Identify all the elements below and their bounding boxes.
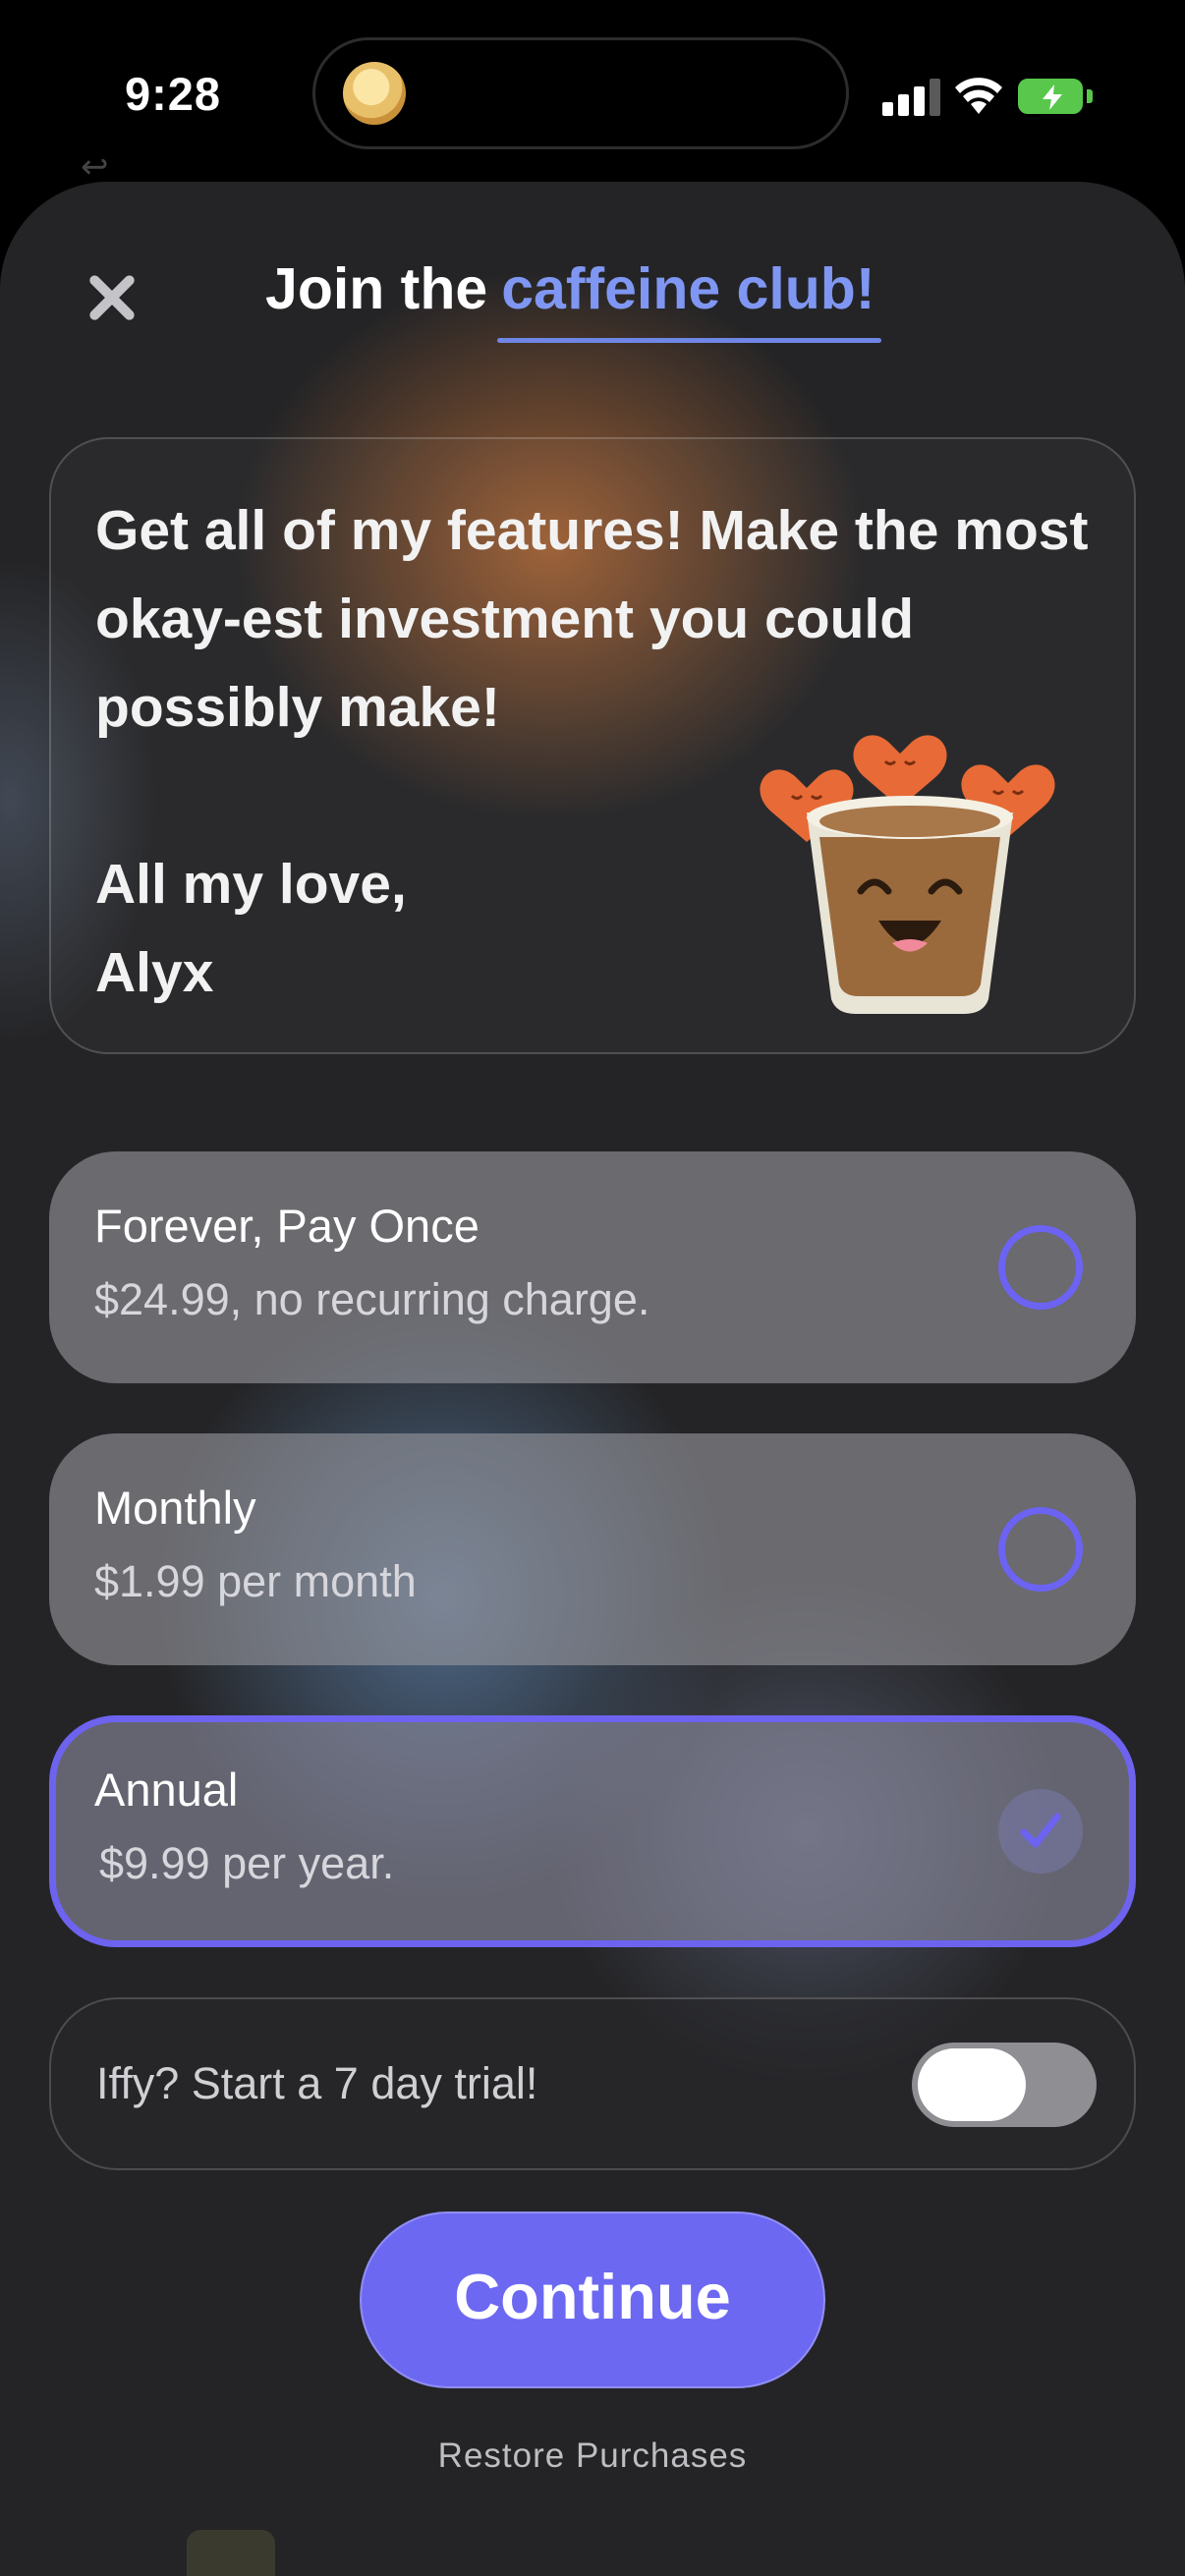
checkmark-icon[interactable]: [998, 1789, 1083, 1874]
cellular-signal-icon: [882, 77, 945, 116]
trial-toggle[interactable]: [912, 2043, 1097, 2127]
continue-button[interactable]: Continue: [360, 2212, 825, 2388]
title-underline: [497, 338, 881, 343]
title-prefix: Join the: [265, 256, 488, 321]
dynamic-island: [312, 37, 849, 149]
coin-icon: [343, 62, 406, 125]
smiling-coffee-cup-with-hearts-icon: [760, 735, 1055, 1014]
trial-row: Iffy? Start a 7 day trial!: [49, 1997, 1136, 2170]
letter-card: Get all of my features! Make the most ok…: [49, 437, 1136, 1054]
plan-price: $1.99 per month: [94, 1556, 417, 1606]
plan-forever[interactable]: Forever, Pay Once $24.99, no recurring c…: [49, 1151, 1136, 1383]
battery-tip: [1087, 89, 1093, 103]
plan-name: Annual: [94, 1764, 239, 1816]
close-button[interactable]: [77, 262, 147, 333]
wifi-icon: [955, 78, 1002, 114]
radio-unselected-icon[interactable]: [998, 1507, 1083, 1592]
status-bar: 9:28: [0, 0, 1185, 187]
plan-name: Forever, Pay Once: [94, 1200, 480, 1252]
plan-price: $9.99 per year.: [99, 1838, 395, 1888]
cup-icon: [187, 2530, 275, 2576]
paywall-sheet: Join the caffeine club! Get all of my fea…: [0, 182, 1185, 2576]
letter-body: Get all of my features! Make the most ok…: [95, 499, 1089, 739]
radio-unselected-icon[interactable]: [998, 1225, 1083, 1310]
signature-name: Alyx: [95, 941, 214, 1004]
signature-line-1: All my love,: [95, 853, 407, 916]
letter-signature: All my love, Alyx: [95, 840, 407, 1017]
back-arrow-icon: ↩: [81, 148, 109, 186]
status-icons: [882, 77, 1099, 120]
page-title: Join the caffeine club!: [265, 255, 881, 343]
plan-monthly[interactable]: Monthly $1.99 per month: [49, 1433, 1136, 1665]
plan-name: Monthly: [94, 1482, 256, 1534]
restore-purchases-link[interactable]: Restore Purchases: [0, 2436, 1185, 2476]
battery-charging-icon: [1018, 79, 1083, 114]
toggle-knob: [918, 2048, 1026, 2121]
plan-annual[interactable]: Annual $9.99 per year.: [49, 1715, 1136, 1947]
title-accent: caffeine club!: [497, 256, 881, 343]
status-time: 9:28: [125, 68, 222, 120]
trial-label: Iffy? Start a 7 day trial!: [96, 2058, 538, 2108]
plan-price: $24.99, no recurring charge.: [94, 1274, 650, 1324]
